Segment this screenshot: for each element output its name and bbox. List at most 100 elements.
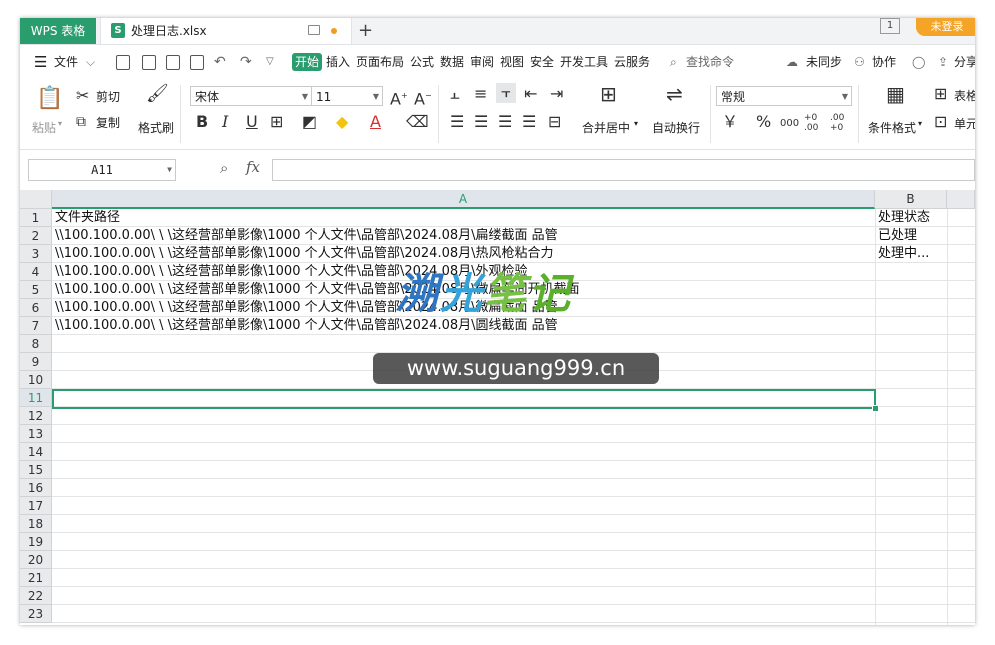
increase-font-icon[interactable]: A+ — [390, 87, 408, 108]
format-painter-icon[interactable]: 🖌 — [146, 85, 169, 103]
window-count-badge[interactable]: 1 — [880, 18, 900, 34]
collaborate-button[interactable]: 协作 — [872, 45, 896, 79]
increase-decimal-button[interactable]: +0 .00 — [804, 113, 826, 133]
font-color-button[interactable]: A — [370, 113, 381, 131]
cell-a7[interactable]: \\100.100.0.00\ \ \这经营部单影像\1000 个人文件\品管部… — [52, 317, 875, 335]
bold-button[interactable]: B — [196, 113, 208, 131]
cell-b4[interactable] — [875, 263, 947, 281]
tab-data[interactable]: 数据 — [440, 45, 464, 79]
cut-icon[interactable]: ✂ — [76, 87, 89, 105]
wrap-text-button[interactable]: 自动换行 — [652, 119, 700, 136]
font-name-select[interactable]: 宋体 ▼ — [190, 86, 312, 106]
monitor-icon[interactable] — [308, 25, 320, 35]
redo-icon[interactable]: ↷ — [240, 45, 252, 79]
underline-button[interactable]: U — [246, 113, 258, 131]
row-header[interactable]: 22 — [20, 587, 52, 605]
paste-dropdown-icon[interactable]: ▾ — [58, 119, 62, 128]
percent-button[interactable]: % — [756, 113, 771, 131]
collaborate-icon[interactable]: ⚇ — [854, 45, 865, 79]
column-header-c[interactable] — [947, 190, 975, 209]
paste-button[interactable]: 粘贴 — [32, 119, 56, 136]
cell-a1[interactable]: 文件夹路径 — [52, 209, 875, 227]
chevron-down-icon[interactable]: ⌵ — [86, 45, 95, 79]
align-bottom-icon[interactable]: ⫟ — [496, 83, 516, 103]
row-header[interactable]: 5 — [20, 281, 52, 299]
conditional-format-icon[interactable]: ▦ — [886, 84, 905, 104]
row-header[interactable]: 14 — [20, 443, 52, 461]
row-header[interactable]: 19 — [20, 533, 52, 551]
distributed-align-icon[interactable]: ⊟ — [548, 113, 561, 131]
merge-center-icon[interactable]: ⊞ — [600, 84, 617, 104]
fill-color-icon[interactable]: ◆ — [336, 113, 348, 131]
row-header[interactable]: 16 — [20, 479, 52, 497]
align-top-icon[interactable]: ⫠ — [450, 85, 460, 103]
export-pdf-icon[interactable] — [142, 55, 156, 70]
increase-indent-icon[interactable]: ⇥ — [550, 85, 563, 103]
currency-button[interactable]: ￥ — [722, 113, 738, 131]
fill-effect-icon[interactable]: ◩ — [302, 113, 317, 131]
zoom-search-icon[interactable]: ⌕ — [220, 159, 228, 177]
row-header[interactable]: 3 — [20, 245, 52, 263]
row-header[interactable]: 21 — [20, 569, 52, 587]
row-header[interactable]: 13 — [20, 425, 52, 443]
row-header[interactable]: 17 — [20, 497, 52, 515]
align-middle-icon[interactable]: ≡ — [474, 85, 487, 103]
align-center-icon[interactable]: ☰ — [474, 113, 488, 131]
customize-toolbar-icon[interactable]: ▽ — [266, 45, 274, 79]
search-icon[interactable]: ⌕ — [670, 45, 677, 79]
sync-status[interactable]: 未同步 — [806, 45, 842, 79]
fill-handle[interactable] — [872, 405, 879, 412]
wrap-text-icon[interactable]: ⇌ — [666, 84, 683, 104]
new-tab-button[interactable]: + — [358, 18, 373, 44]
cell-b2[interactable]: 已处理 — [875, 227, 947, 245]
copy-icon[interactable]: ⧉ — [76, 113, 86, 131]
tab-developer[interactable]: 开发工具 — [560, 45, 608, 79]
tab-formulas[interactable]: 公式 — [410, 45, 434, 79]
border-icon[interactable]: ⊞ — [270, 113, 283, 131]
justify-icon[interactable]: ☰ — [522, 113, 536, 131]
row-header[interactable]: 8 — [20, 335, 52, 353]
column-header-b[interactable]: B — [875, 190, 947, 209]
align-left-icon[interactable]: ☰ — [450, 113, 464, 131]
undo-icon[interactable]: ↶ — [214, 45, 226, 79]
row-header[interactable]: 7 — [20, 317, 52, 335]
row-header[interactable]: 4 — [20, 263, 52, 281]
tab-review[interactable]: 审阅 — [470, 45, 494, 79]
wps-app-tab[interactable]: WPS 表格 — [20, 18, 96, 44]
row-header[interactable]: 20 — [20, 551, 52, 569]
cut-button[interactable]: 剪切 — [96, 88, 120, 105]
document-tab[interactable]: S 处理日志.xlsx — [100, 18, 352, 44]
cell-b7[interactable] — [875, 317, 947, 335]
row-header[interactable]: 12 — [20, 407, 52, 425]
chevron-down-icon[interactable]: ▾ — [918, 119, 922, 128]
tab-security[interactable]: 安全 — [530, 45, 554, 79]
tab-page-layout[interactable]: 页面布局 — [356, 45, 404, 79]
hamburger-icon[interactable]: ☰ — [34, 45, 47, 79]
chevron-down-icon[interactable]: ▾ — [634, 119, 638, 128]
comment-icon[interactable]: ◯ — [912, 45, 925, 79]
thousands-separator-button[interactable]: 000 — [780, 115, 799, 133]
row-header[interactable]: 9 — [20, 353, 52, 371]
cell-b5[interactable] — [875, 281, 947, 299]
cell-b3[interactable]: 处理中... — [875, 245, 947, 263]
number-format-select[interactable]: 常规 ▼ — [716, 86, 852, 106]
tab-view[interactable]: 视图 — [500, 45, 524, 79]
row-header[interactable]: 2 — [20, 227, 52, 245]
share-icon[interactable]: ⇪ — [938, 45, 948, 79]
table-style-button[interactable]: 表格 — [954, 87, 975, 104]
format-painter-button[interactable]: 格式刷 — [138, 119, 174, 136]
insert-function-button[interactable]: fx — [246, 158, 260, 176]
italic-button[interactable]: I — [222, 113, 228, 131]
tab-start[interactable]: 开始 — [292, 53, 323, 71]
table-style-icon[interactable]: ⊞ — [934, 85, 947, 103]
cell-a3[interactable]: \\100.100.0.00\ \ \这经营部单影像\1000 个人文件\品管部… — [52, 245, 875, 263]
spreadsheet-grid[interactable]: A B 1 2 3 4 5 6 7 8 9 10 11 12 13 14 15 16 17 18 19 20 21 22 2… — [20, 190, 975, 625]
print-preview-icon[interactable] — [190, 55, 204, 70]
row-header[interactable]: 18 — [20, 515, 52, 533]
tab-cloud-service[interactable]: 云服务 — [614, 45, 650, 79]
login-button[interactable]: 未登录 — [916, 18, 975, 36]
cell-style-icon[interactable]: ⊡ — [934, 113, 947, 131]
row-header[interactable]: 6 — [20, 299, 52, 317]
tab-insert[interactable]: 插入 — [326, 45, 350, 79]
cell-b6[interactable] — [875, 299, 947, 317]
